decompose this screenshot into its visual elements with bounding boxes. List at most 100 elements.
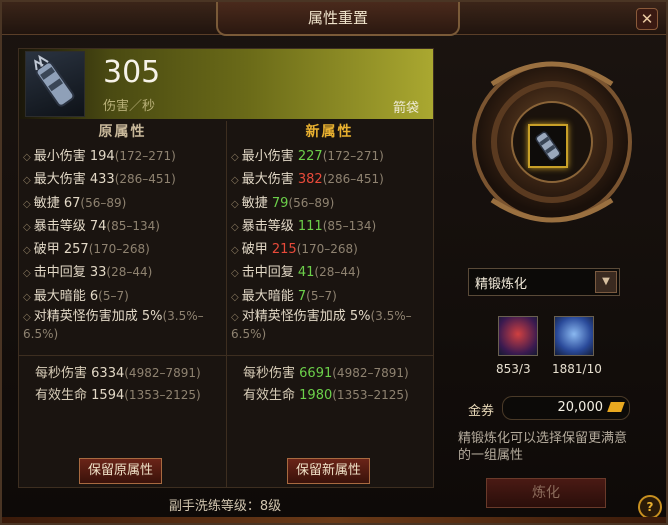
stat-value: 257 — [63, 242, 89, 258]
stat-range: (56–89) — [80, 195, 127, 210]
window-title: 属性重置 — [216, 2, 460, 36]
stat-row: ◇ 击中回复 41(28–44) — [231, 261, 431, 284]
new-column-title: 新属性 — [305, 124, 354, 140]
stat-row: ◇ 击中回复 33(28–44) — [23, 261, 223, 284]
stat-value: 433 — [89, 172, 115, 188]
stat-name: 破甲 — [33, 242, 60, 258]
stat-name: 暴击等级 — [241, 218, 294, 234]
stat-row: ◇ 敏捷 67(56–89) — [23, 192, 223, 215]
stat-value: 33 — [89, 265, 107, 281]
original-column-title: 原属性 — [98, 124, 147, 140]
stat-range: (172–271) — [114, 149, 176, 163]
stat-name: 最小伤害 — [33, 149, 86, 164]
gold-field: 20,000 — [502, 396, 630, 420]
stat-row: ◇ 对精英怪伤害加成 5%(3.5%–6.5%) — [23, 308, 223, 348]
stat-value: 382 — [297, 172, 323, 188]
summary-range: (1353–2125) — [332, 388, 409, 402]
summary-name: 有效生命 — [243, 388, 296, 403]
diamond-bullet-icon: ◇ — [23, 221, 31, 233]
stat-name: 最大伤害 — [241, 172, 294, 188]
stat-row: ◇ 最大伤害 433(286–451) — [23, 168, 223, 191]
stat-range: (286–451) — [114, 172, 176, 187]
stats-panel: 305 伤害／秒 箭袋 原属性 新属性 ◇ 最小伤害 194(172–271) ◇ 最… — [18, 48, 434, 488]
help-icon[interactable]: ? — [638, 495, 662, 519]
keep-original-button[interactable]: 保留原属性 — [79, 458, 163, 484]
stat-name: 敏捷 — [241, 195, 268, 211]
stat-row: ◇ 暴击等级 111(85–134) — [231, 215, 431, 238]
summary-row: 有效生命 1594(1353–2125) — [35, 384, 235, 406]
original-summary: 每秒伤害 6334(4982–7891) 有效生命 1594(1353–2125) — [35, 362, 235, 406]
refine-button[interactable]: 炼化 — [486, 478, 606, 508]
summary-name: 每秒伤害 — [35, 366, 88, 381]
summary-name: 每秒伤害 — [243, 366, 296, 381]
title-bar: 属性重置 ✕ — [2, 2, 666, 36]
stat-range: (286–451) — [322, 172, 384, 187]
diamond-bullet-icon: ◇ — [231, 175, 239, 187]
stat-value: 5% — [141, 309, 163, 325]
summary-value: 1594 — [91, 388, 125, 403]
dps-label: 伤害／秒 — [103, 99, 156, 114]
summary-value: 6691 — [299, 366, 333, 381]
stat-row: ◇ 破甲 257(170–268) — [23, 238, 223, 261]
stat-name: 击中回复 — [33, 265, 86, 281]
stat-range: (5–7) — [98, 288, 129, 303]
stat-name: 最大暗能 — [241, 288, 294, 304]
refine-mode-select[interactable]: 精锻炼化 ▼ — [468, 268, 620, 296]
gold-ticket-icon — [607, 402, 625, 412]
stat-value: 227 — [297, 149, 323, 164]
stat-range: (56–89) — [288, 195, 335, 210]
item-slot-icon[interactable] — [528, 124, 568, 168]
keep-new-button[interactable]: 保留新属性 — [287, 458, 371, 484]
stat-name: 破甲 — [241, 242, 268, 258]
gold-value: 20,000 — [557, 400, 604, 415]
original-stats-list: ◇ 最小伤害 194(172–271) ◇ 最大伤害 433(286–451) ◇ 敏捷 … — [23, 145, 223, 348]
diamond-bullet-icon: ◇ — [231, 291, 239, 303]
stat-name: 最大暗能 — [33, 288, 86, 304]
summary-range: (4982–7891) — [332, 366, 409, 380]
stat-range: (28–44) — [106, 265, 153, 280]
stat-value: 41 — [297, 265, 315, 281]
summary-range: (1353–2125) — [124, 388, 201, 402]
stat-name: 击中回复 — [241, 265, 294, 281]
stat-row: ◇ 最小伤害 194(172–271) — [23, 145, 223, 168]
new-summary: 每秒伤害 6691(4982–7891) 有效生命 1980(1353–2125) — [243, 362, 443, 406]
dps-value: 305 — [103, 55, 161, 90]
stat-value: 74 — [89, 218, 107, 234]
column-divider — [226, 121, 227, 487]
diamond-bullet-icon: ◇ — [231, 152, 239, 163]
bottom-bar — [2, 517, 666, 523]
diamond-bullet-icon: ◇ — [23, 312, 31, 324]
stat-row: ◇ 最大伤害 382(286–451) — [231, 168, 431, 191]
material-count-2: 1881/10 — [552, 362, 602, 376]
chevron-down-icon[interactable]: ▼ — [595, 271, 617, 293]
gold-label: 金券 — [468, 404, 495, 419]
summary-divider — [19, 355, 433, 356]
stat-range: (170–268) — [296, 242, 358, 257]
stat-row: ◇ 破甲 215(170–268) — [231, 238, 431, 261]
summary-range: (4982–7891) — [124, 366, 201, 380]
stat-value: 6 — [89, 288, 99, 304]
stat-row: ◇ 最大暗能 7(5–7) — [231, 285, 431, 308]
diamond-bullet-icon: ◇ — [231, 268, 239, 280]
stat-value: 215 — [271, 242, 297, 258]
diamond-bullet-icon: ◇ — [23, 245, 31, 257]
stat-value: 111 — [297, 218, 323, 234]
summary-row: 有效生命 1980(1353–2125) — [243, 384, 443, 406]
pouch-icon[interactable] — [498, 316, 538, 356]
stat-name: 对精英怪伤害加成 — [241, 309, 346, 325]
close-button[interactable]: ✕ — [636, 8, 658, 30]
diamond-bullet-icon: ◇ — [23, 152, 31, 163]
summary-value: 1980 — [299, 388, 333, 403]
stat-row: ◇ 对精英怪伤害加成 5%(3.5%–6.5%) — [231, 308, 431, 348]
quiver-icon — [25, 51, 85, 117]
refine-level-text: 副手洗练等级：8级 — [168, 499, 282, 514]
stat-row: ◇ 敏捷 79(56–89) — [231, 192, 431, 215]
crystal-icon[interactable] — [554, 316, 594, 356]
refine-mode-value: 精锻炼化 — [475, 277, 528, 292]
stat-name: 对精英怪伤害加成 — [33, 309, 138, 325]
summary-row: 每秒伤害 6334(4982–7891) — [35, 362, 235, 384]
stat-range: (172–271) — [322, 149, 384, 163]
hint-text: 精锻炼化可以选择保留更满意的一组属性 — [458, 431, 628, 463]
stat-row: ◇ 暴击等级 74(85–134) — [23, 215, 223, 238]
stat-value: 79 — [271, 195, 289, 211]
